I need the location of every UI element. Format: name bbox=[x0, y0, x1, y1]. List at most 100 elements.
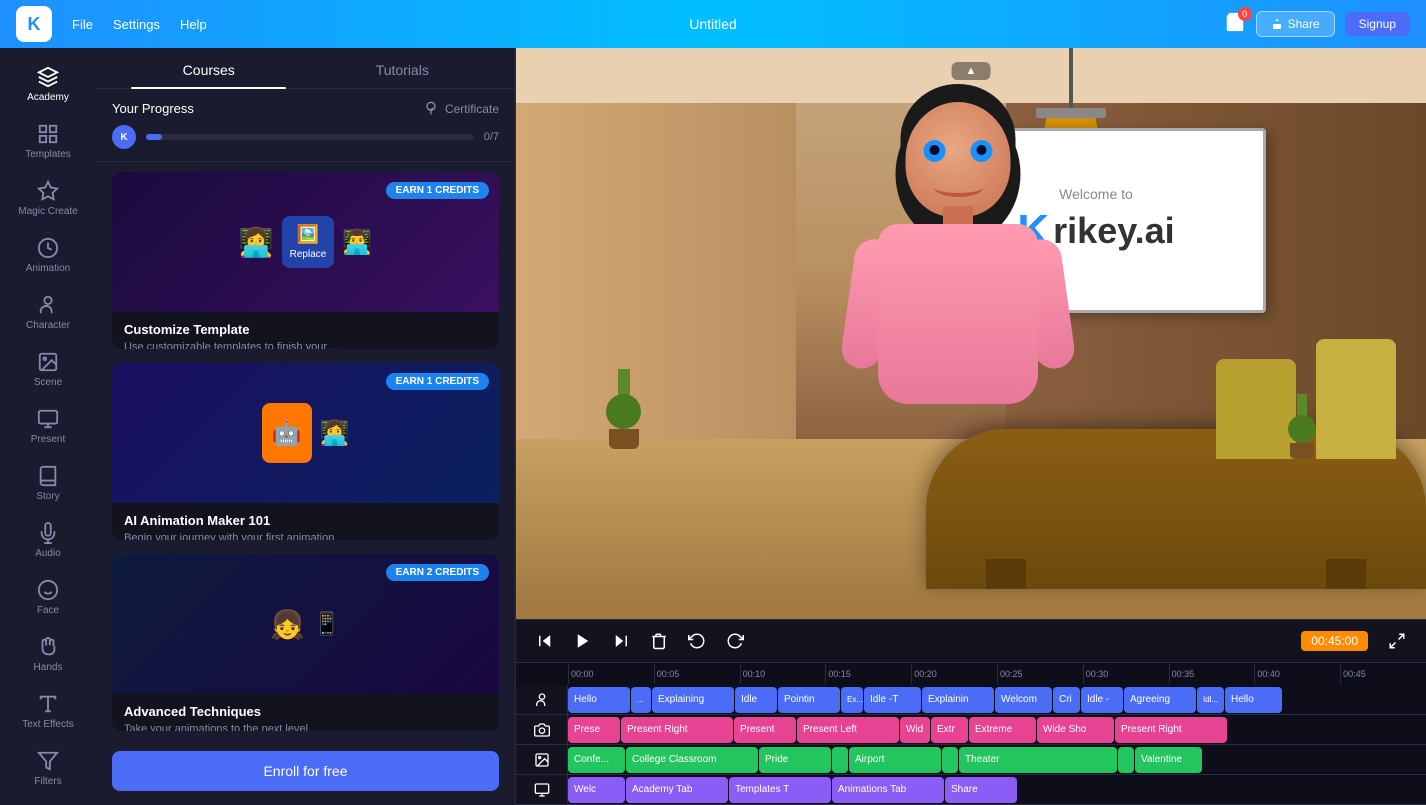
seg-hello-2[interactable]: Hello bbox=[1225, 687, 1282, 713]
nav-file[interactable]: File bbox=[72, 17, 93, 32]
course-card-desc-3: Take your animations to the next level bbox=[124, 723, 487, 731]
seg-wid[interactable]: Wid bbox=[900, 717, 930, 743]
seg-idle-1[interactable]: Idle bbox=[735, 687, 777, 713]
track-content-camera[interactable]: Prese Present Right Present Present Left… bbox=[568, 715, 1426, 744]
seg-prese[interactable]: Prese bbox=[568, 717, 620, 743]
ruler-mark-6: 00:30 bbox=[1083, 664, 1169, 684]
tab-courses[interactable]: Courses bbox=[112, 48, 306, 88]
track-content-animation[interactable]: Hello ... Explaining Idle Pointin Ex... … bbox=[568, 685, 1426, 714]
course-card-img-3: 👧 📱 EARN 2 CREDITS bbox=[112, 554, 499, 694]
seg-share[interactable]: Share bbox=[945, 777, 1017, 803]
undo-button[interactable] bbox=[684, 628, 710, 654]
sidebar-item-animation[interactable]: Animation bbox=[4, 229, 92, 282]
seg-airport[interactable]: Airport bbox=[849, 747, 941, 773]
seg-hello-1[interactable]: Hello bbox=[568, 687, 630, 713]
cart-badge: 0 bbox=[1238, 7, 1252, 21]
seg-present-left[interactable]: Present Left bbox=[797, 717, 899, 743]
sidebar-item-present[interactable]: Present bbox=[4, 400, 92, 453]
sidebar-item-character[interactable]: Character bbox=[4, 286, 92, 339]
seg-academy-tab[interactable]: Academy Tab bbox=[626, 777, 728, 803]
seg-agreeing[interactable]: Agreeing bbox=[1124, 687, 1196, 713]
seg-pride[interactable]: Pride bbox=[759, 747, 831, 773]
course-card-desc-1: Use customizable templates to finish you… bbox=[124, 341, 487, 349]
share-button[interactable]: Share bbox=[1256, 11, 1335, 37]
seg-valentine[interactable]: Valentine bbox=[1135, 747, 1202, 773]
seg-present-right-2[interactable]: Present Right bbox=[1115, 717, 1227, 743]
main-content: Academy Templates Magic Create Animation… bbox=[0, 48, 1426, 805]
seg-space-2[interactable] bbox=[942, 747, 958, 773]
course-card-1[interactable]: 👩‍💻 🖼️ Replace 👨‍💻 EARN 1 CREDITS Custom… bbox=[112, 172, 499, 349]
nav-settings[interactable]: Settings bbox=[113, 17, 160, 32]
sidebar-item-templates[interactable]: Templates bbox=[4, 115, 92, 168]
sidebar-item-audio[interactable]: Audio bbox=[4, 514, 92, 567]
seg-idle-t[interactable]: Idle -T bbox=[864, 687, 921, 713]
delete-button[interactable] bbox=[646, 628, 672, 654]
certificate-button[interactable]: Certificate bbox=[423, 101, 499, 117]
seg-dots-1[interactable]: ... bbox=[631, 687, 651, 713]
seg-explaining-1[interactable]: Explaining bbox=[652, 687, 734, 713]
ruler-marks: 00:00 00:05 00:10 00:15 00:20 00:25 00:3… bbox=[568, 664, 1426, 684]
seg-idle-2[interactable]: Idle - bbox=[1081, 687, 1123, 713]
sidebar-item-face[interactable]: Face bbox=[4, 571, 92, 624]
course-card-3[interactable]: 👧 📱 EARN 2 CREDITS Advanced Techniques T… bbox=[112, 554, 499, 731]
enroll-button[interactable]: Enroll for free bbox=[112, 751, 499, 791]
cart-button[interactable]: 0 bbox=[1224, 11, 1246, 38]
sidebar-item-magic-create[interactable]: Magic Create bbox=[4, 172, 92, 225]
signup-button[interactable]: Signup bbox=[1345, 12, 1410, 36]
plant-left bbox=[606, 369, 641, 449]
progress-header: Your Progress Certificate bbox=[112, 101, 499, 117]
seg-animations-tab[interactable]: Animations Tab bbox=[832, 777, 944, 803]
progress-row: K 0/7 bbox=[112, 125, 499, 149]
expand-timeline-button[interactable] bbox=[1384, 628, 1410, 654]
progress-avatar: K bbox=[112, 125, 136, 149]
seg-theater[interactable]: Theater bbox=[959, 747, 1117, 773]
nav-help[interactable]: Help bbox=[180, 17, 207, 32]
sidebar-item-academy[interactable]: Academy bbox=[4, 58, 92, 111]
track-content-tabs[interactable]: Welc Academy Tab Templates T Animations … bbox=[568, 775, 1426, 804]
seg-present-right-1[interactable]: Present Right bbox=[621, 717, 733, 743]
seg-ex-1[interactable]: Ex... bbox=[841, 687, 863, 713]
seg-wide-shot[interactable]: Wide Sho bbox=[1037, 717, 1114, 743]
seg-college-classroom[interactable]: College Classroom bbox=[626, 747, 758, 773]
sidebar-item-story[interactable]: Story bbox=[4, 457, 92, 510]
progress-count: 0/7 bbox=[484, 131, 499, 143]
seg-explaining-2[interactable]: Explainin bbox=[922, 687, 994, 713]
preview-area: Welcome to K rikey.ai bbox=[516, 48, 1426, 805]
video-preview: Welcome to K rikey.ai bbox=[516, 48, 1426, 619]
floating-label: ▲ bbox=[952, 62, 991, 80]
seg-cri[interactable]: Cri bbox=[1053, 687, 1080, 713]
app-logo: K bbox=[16, 6, 52, 42]
skip-to-start-button[interactable] bbox=[532, 628, 558, 654]
right-actions: 0 Share Signup bbox=[1224, 11, 1410, 38]
ruler-mark-2: 00:10 bbox=[740, 664, 826, 684]
seg-idl[interactable]: Idl... bbox=[1197, 687, 1224, 713]
tab-tutorials[interactable]: Tutorials bbox=[306, 48, 500, 88]
track-row-scene: Confe... College Classroom Pride Airport… bbox=[516, 745, 1426, 775]
sidebar-item-text-effects[interactable]: Text Effects bbox=[4, 685, 92, 738]
seg-templates-tab[interactable]: Templates T bbox=[729, 777, 831, 803]
earn-badge-3: EARN 2 CREDITS bbox=[386, 564, 489, 581]
seg-conf[interactable]: Confe... bbox=[568, 747, 625, 773]
track-content-scene[interactable]: Confe... College Classroom Pride Airport… bbox=[568, 745, 1426, 774]
redo-button[interactable] bbox=[722, 628, 748, 654]
seg-extr[interactable]: Extr bbox=[931, 717, 968, 743]
sidebar-item-filters[interactable]: Filters bbox=[4, 742, 92, 795]
course-card-img-1: 👩‍💻 🖼️ Replace 👨‍💻 EARN 1 CREDITS bbox=[112, 172, 499, 312]
play-button[interactable] bbox=[570, 628, 596, 654]
certificate-label: Certificate bbox=[445, 102, 499, 116]
ruler-mark-7: 00:35 bbox=[1169, 664, 1255, 684]
seg-welc[interactable]: Welc bbox=[568, 777, 625, 803]
left-sidebar: Academy Templates Magic Create Animation… bbox=[0, 48, 96, 805]
seg-extreme[interactable]: Extreme bbox=[969, 717, 1036, 743]
skip-to-end-button[interactable] bbox=[608, 628, 634, 654]
seg-pointing[interactable]: Pointin bbox=[778, 687, 840, 713]
sidebar-label-audio: Audio bbox=[35, 548, 61, 559]
seg-present-1[interactable]: Present bbox=[734, 717, 796, 743]
sidebar-item-hands[interactable]: Hands bbox=[4, 628, 92, 681]
sidebar-item-scene[interactable]: Scene bbox=[4, 343, 92, 396]
course-card-2[interactable]: 🤖 👩‍💻 EARN 1 CREDITS AI Animation Maker … bbox=[112, 363, 499, 540]
seg-space-1[interactable] bbox=[832, 747, 848, 773]
seg-space-3[interactable] bbox=[1118, 747, 1134, 773]
seg-welcome[interactable]: Welcom bbox=[995, 687, 1052, 713]
track-row-tabs: Welc Academy Tab Templates T Animations … bbox=[516, 775, 1426, 805]
